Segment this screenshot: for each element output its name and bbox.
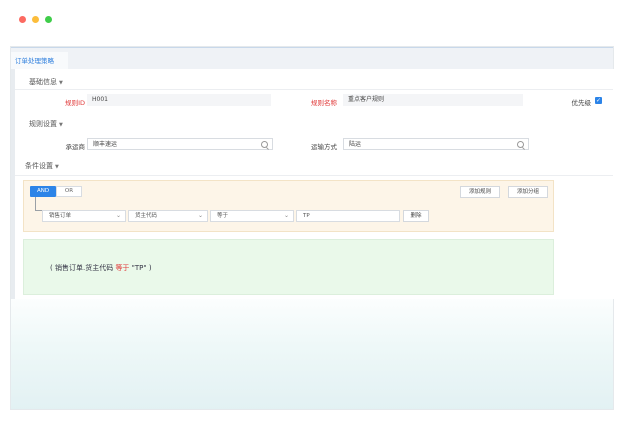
field-name-value: 货主代码 [135, 213, 158, 219]
search-icon[interactable] [261, 141, 268, 148]
tab-bar: 订单处理策略 [11, 47, 613, 71]
field-group-value: 销售订单 [49, 213, 72, 219]
condition-expression: ( 销售订单.货主代码 等于 "TP" ) [50, 263, 152, 273]
caret-down-icon: ▼ [59, 80, 63, 86]
chevron-down-icon: ⌄ [115, 212, 121, 219]
and-toggle-button[interactable]: AND [30, 186, 56, 197]
add-group-button[interactable]: 添加分组 [508, 186, 548, 198]
tab-label: 订单处理策略 [15, 57, 54, 65]
section-rules-toggle[interactable]: 规则设置 ▼ [29, 119, 63, 129]
minimize-window-button[interactable] [32, 16, 39, 23]
priority-checkbox[interactable]: ✓ [595, 97, 602, 104]
rule-id-label: 规则ID [65, 99, 85, 107]
value-text: TP [303, 213, 310, 219]
section-conditions-toggle[interactable]: 条件设置 ▼ [25, 161, 59, 171]
paren-close: ) [148, 264, 152, 272]
rule-name-input[interactable]: 重点客户规则 [343, 94, 523, 106]
expression-field: 销售订单.货主代码 [54, 264, 114, 272]
expression-operator: 等于 [115, 264, 130, 272]
condition-builder: AND OR 添加规则 添加分组 销售订单 ⌄ 货主代码 ⌄ 等于 ⌄ TP 删除 [23, 180, 554, 232]
chevron-down-icon: ⌄ [197, 212, 203, 219]
section-basic-toggle[interactable]: 基础信息 ▼ [29, 77, 63, 87]
checkmark-icon: ✓ [595, 97, 602, 104]
section-conditions-title: 条件设置 [25, 162, 53, 170]
add-rule-button[interactable]: 添加规则 [460, 186, 500, 198]
app-window: 订单处理策略 基础信息 ▼ 规则ID H001 规则名称 重点客户规则 优先级 ✓… [10, 46, 617, 410]
value-input[interactable]: TP [296, 210, 400, 222]
delete-condition-button[interactable]: 删除 [403, 210, 429, 222]
transport-label: 运输方式 [311, 143, 337, 151]
expression-value: "TP" [131, 264, 147, 272]
divider [15, 175, 613, 176]
field-name-select[interactable]: 货主代码 ⌄ [128, 210, 208, 222]
paren-open: ( [50, 264, 53, 272]
priority-label: 优先级 [571, 99, 592, 107]
chevron-down-icon: ⌄ [283, 212, 289, 219]
window-controls [19, 16, 52, 23]
carrier-input[interactable]: 顺丰速运 [87, 138, 273, 150]
operator-value: 等于 [217, 213, 229, 219]
field-group-select[interactable]: 销售订单 ⌄ [42, 210, 126, 222]
divider [15, 89, 613, 90]
section-basic-title: 基础信息 [29, 78, 57, 86]
rule-id-input[interactable]: H001 [87, 94, 271, 106]
operator-select[interactable]: 等于 ⌄ [210, 210, 294, 222]
carrier-label: 承运商 [65, 143, 86, 151]
close-window-button[interactable] [19, 16, 26, 23]
tab-order-strategy[interactable]: 订单处理策略 [11, 52, 68, 70]
tree-connector [35, 197, 42, 211]
search-icon[interactable] [517, 141, 524, 148]
caret-down-icon: ▼ [59, 122, 63, 128]
section-rules-title: 规则设置 [29, 120, 57, 128]
rule-name-label: 规则名称 [311, 99, 337, 107]
maximize-window-button[interactable] [45, 16, 52, 23]
or-toggle-button[interactable]: OR [56, 186, 82, 197]
condition-preview: ( 销售订单.货主代码 等于 "TP" ) [23, 239, 554, 295]
caret-down-icon: ▼ [55, 164, 59, 170]
transport-input[interactable]: 陆运 [343, 138, 529, 150]
